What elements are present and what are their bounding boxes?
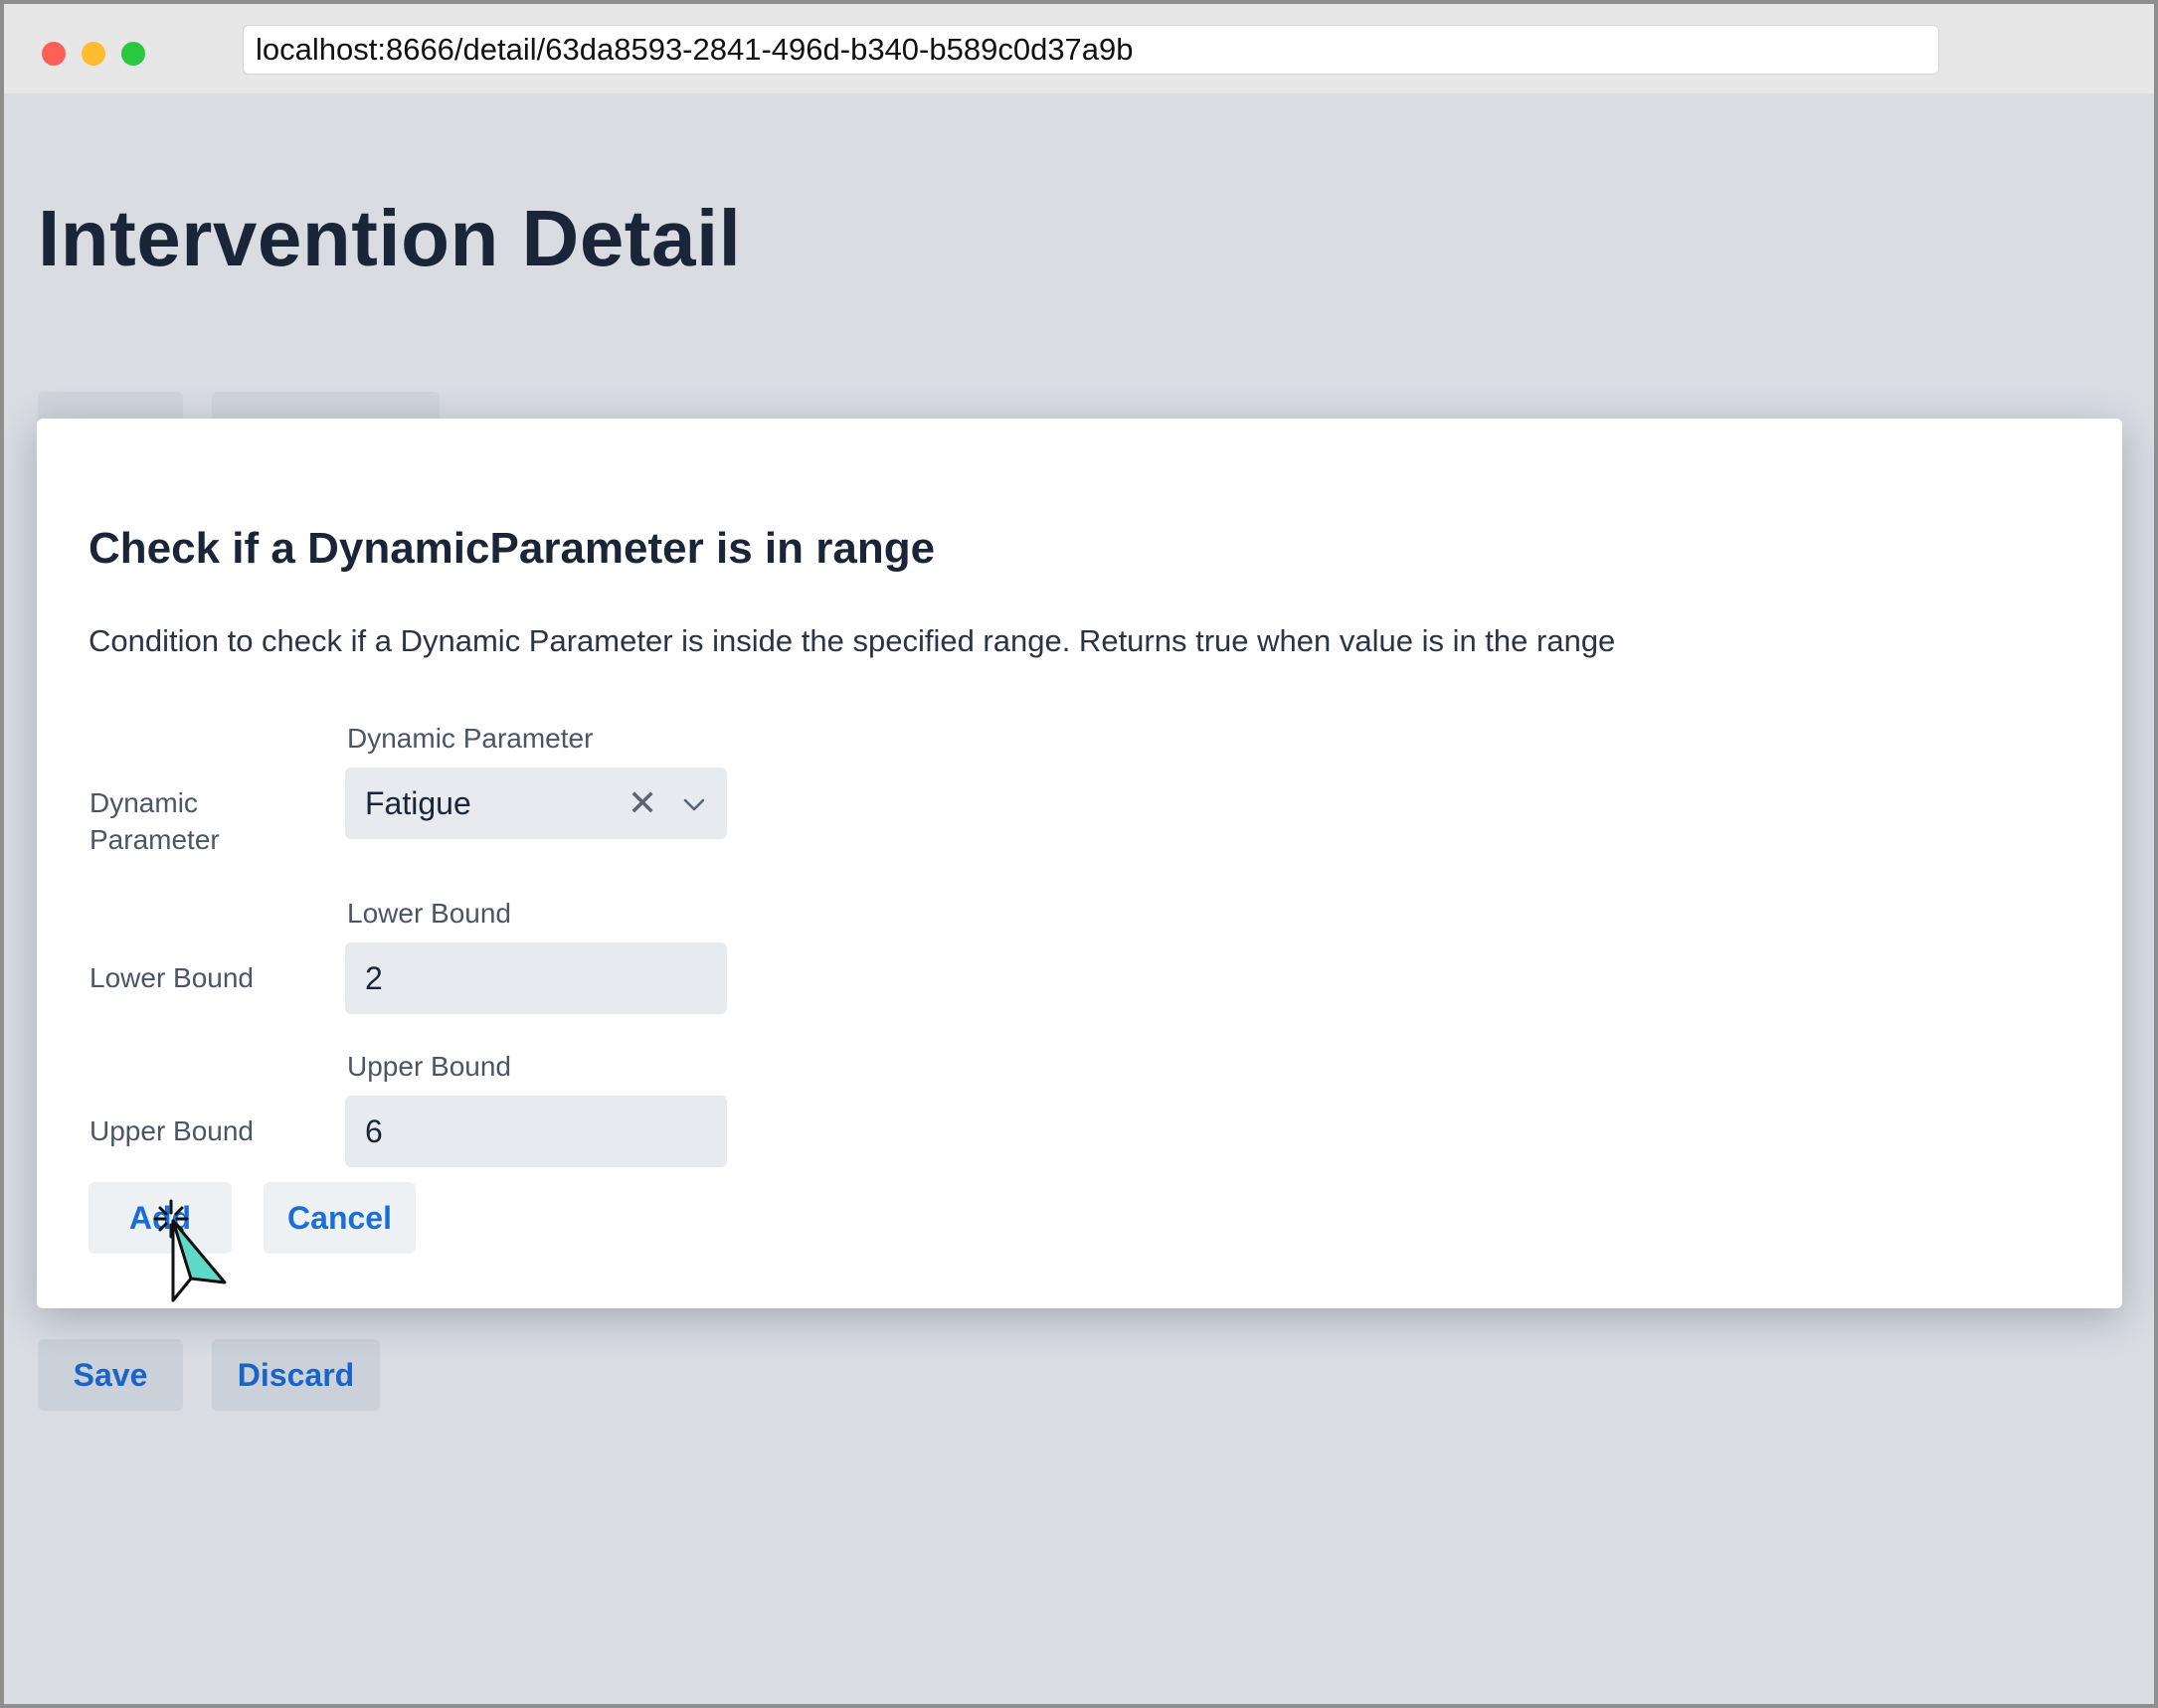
minimize-window-button[interactable] <box>82 42 105 66</box>
lower-bound-field-label: Lower Bound <box>347 898 512 929</box>
discard-button[interactable]: Discard <box>212 1339 380 1411</box>
address-bar[interactable]: localhost:8666/detail/63da8593-2841-496d… <box>243 25 1939 75</box>
page-title: Intervention Detail <box>38 194 742 282</box>
dialog-description: Condition to check if a Dynamic Paramete… <box>89 623 1616 658</box>
browser-window: localhost:8666/detail/63da8593-2841-496d… <box>4 4 2154 1704</box>
upper-bound-input[interactable]: 6 <box>345 1096 727 1167</box>
condition-dialog: Check if a DynamicParameter is in range … <box>37 419 2122 1308</box>
lower-bound-row-label: Lower Bound <box>90 962 255 993</box>
dynamic-parameter-row-label: Dynamic Parameter <box>90 787 220 855</box>
dynamic-parameter-value: Fatigue <box>365 785 471 821</box>
dynamic-parameter-field-label: Dynamic Parameter <box>347 723 594 754</box>
maximize-window-button[interactable] <box>121 42 145 66</box>
close-icon[interactable]: ✕ <box>628 768 657 839</box>
save-button[interactable]: Save <box>38 1339 183 1411</box>
upper-bound-row-label: Upper Bound <box>90 1115 255 1146</box>
dialog-title: Check if a DynamicParameter is in range <box>89 524 936 573</box>
cancel-button[interactable]: Cancel <box>264 1182 416 1254</box>
lower-bound-input[interactable]: 2 <box>345 942 727 1014</box>
upper-bound-field-label: Upper Bound <box>347 1051 512 1082</box>
close-window-button[interactable] <box>42 42 66 66</box>
browser-titlebar: localhost:8666/detail/63da8593-2841-496d… <box>4 4 2154 93</box>
dynamic-parameter-select[interactable]: Fatigue ✕ <box>345 768 727 839</box>
mouse-pointer-icon <box>153 1199 227 1302</box>
chevron-down-icon[interactable] <box>681 791 707 817</box>
